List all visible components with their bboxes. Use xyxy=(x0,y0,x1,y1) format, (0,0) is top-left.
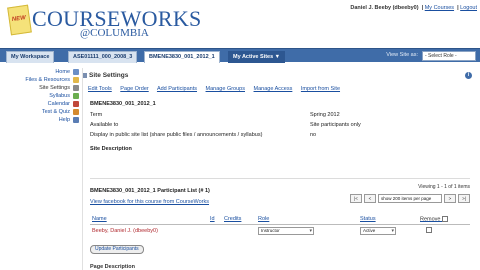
nav-item-label: Test & Quiz xyxy=(41,109,70,115)
participant-id xyxy=(208,224,222,237)
last-page-button[interactable]: >| xyxy=(458,194,470,203)
page-title: Site Settings xyxy=(89,72,129,79)
nav-item-label: Calendar xyxy=(47,101,70,107)
info-value: no xyxy=(310,132,317,138)
action-bar: Edit Tools Page Order Add Participants M… xyxy=(88,86,347,94)
nav-item-site-settings[interactable]: Site Settings xyxy=(0,84,81,92)
tab-ase01111[interactable]: ASE01111_000_2008_3 xyxy=(68,51,138,63)
role-cell: Instructor xyxy=(256,224,358,237)
participant-name[interactable]: Beeby, Daniel J. (dbeeby0) xyxy=(90,224,208,237)
column-header-remove: Remove xyxy=(418,214,470,225)
column-header-role[interactable]: Role xyxy=(256,214,358,225)
table-header-row: Name Id Credits Role Status Remove xyxy=(90,214,470,225)
facebook-link[interactable]: View facebook for this course from Cours… xyxy=(90,199,209,205)
settings-icon xyxy=(73,85,79,91)
nav-item-calendar[interactable]: Calendar xyxy=(0,100,81,108)
column-header-name[interactable]: Name xyxy=(90,214,208,225)
column-header-status[interactable]: Status xyxy=(358,214,418,225)
logo-subtitle: @COLUMBIA xyxy=(80,27,149,39)
participant-table: Name Id Credits Role Status Remove Beeby… xyxy=(90,214,470,237)
status-select[interactable]: Active xyxy=(360,226,396,235)
info-value: Spring 2012 xyxy=(310,112,340,118)
syllabus-icon xyxy=(73,93,79,99)
my-courses-link[interactable]: My Courses xyxy=(425,5,454,11)
tab-my-active-sites[interactable]: My Active Sites ▼ xyxy=(228,51,286,63)
site-tab-bar: My Workspace ASE01111_000_2008_3 BMENE38… xyxy=(0,48,480,63)
info-key: Site Description xyxy=(90,146,132,152)
page-order-link[interactable]: Page Order xyxy=(120,86,148,92)
nav-item-home[interactable]: Home xyxy=(0,68,81,76)
participant-list-title: BMENE3830_001_2012_1 Participant List (#… xyxy=(90,188,210,194)
participant-credits xyxy=(222,224,256,237)
info-value: Site participants only xyxy=(310,122,361,128)
import-from-site-link[interactable]: Import from Site xyxy=(301,86,340,92)
viewing-count: Viewing 1 - 1 of 1 items xyxy=(418,184,470,190)
folder-icon xyxy=(73,77,79,83)
divider xyxy=(90,178,470,179)
role-select[interactable]: Instructor xyxy=(258,226,314,235)
help-button-icon[interactable]: i xyxy=(465,72,472,79)
remove-checkbox[interactable] xyxy=(426,227,432,234)
status-cell: Active xyxy=(358,224,418,237)
info-key: Term xyxy=(90,112,103,118)
tool-title-icon xyxy=(83,73,87,78)
first-page-button[interactable]: |< xyxy=(350,194,362,203)
manage-access-link[interactable]: Manage Access xyxy=(254,86,293,92)
help-icon xyxy=(73,117,79,123)
logout-link[interactable]: Logout xyxy=(460,5,477,11)
nav-item-help[interactable]: Help xyxy=(0,116,81,124)
view-site-as-label: View Site as: xyxy=(386,52,418,58)
nav-item-files[interactable]: Files & Resources xyxy=(0,76,81,84)
nav-item-test-quiz[interactable]: Test & Quiz xyxy=(0,108,81,116)
update-participants-button[interactable]: Update Participants xyxy=(90,245,144,254)
table-row: Beeby, Daniel J. (dbeeby0) Instructor Ac… xyxy=(90,224,470,237)
add-participants-link[interactable]: Add Participants xyxy=(157,86,197,92)
main-content: Site Settings i Edit Tools Page Order Ad… xyxy=(82,68,476,270)
next-page-button[interactable]: > xyxy=(444,194,456,203)
view-role-select[interactable]: - Select Role - xyxy=(422,51,476,61)
manage-groups-link[interactable]: Manage Groups xyxy=(206,86,245,92)
nav-item-label: Site Settings xyxy=(39,85,70,91)
nav-item-label: Home xyxy=(55,69,70,75)
nav-item-label: Syllabus xyxy=(49,93,70,99)
info-key: Display in public site list (share publi… xyxy=(90,132,263,138)
select-all-remove-checkbox[interactable] xyxy=(442,215,449,222)
nav-item-syllabus[interactable]: Syllabus xyxy=(0,92,81,100)
home-icon xyxy=(73,69,79,75)
user-links: Daniel J. Beeby (dbeeby0) | My Courses |… xyxy=(350,5,477,11)
logo-badge: NEW xyxy=(7,4,32,36)
page-size-select[interactable]: show 200 items per page xyxy=(378,194,442,203)
quiz-icon xyxy=(73,109,79,115)
pager: |< < show 200 items per page > >| xyxy=(350,194,470,203)
prev-page-button[interactable]: < xyxy=(364,194,376,203)
remove-cell xyxy=(418,224,470,237)
tab-my-workspace[interactable]: My Workspace xyxy=(6,51,55,63)
page-description-heading: Page Description xyxy=(90,264,135,270)
tab-bmene3830[interactable]: BMENE3830_001_2012_1 xyxy=(144,51,220,63)
site-name-heading: BMENE3830_001_2012_1 xyxy=(90,101,156,107)
edit-tools-link[interactable]: Edit Tools xyxy=(88,86,112,92)
header: NEW COURSEWORKS @COLUMBIA Daniel J. Beeb… xyxy=(0,0,480,48)
left-nav: Home Files & Resources Site Settings Syl… xyxy=(0,68,81,124)
nav-item-label: Help xyxy=(58,117,70,123)
column-header-remove-label: Remove xyxy=(420,215,441,222)
nav-item-label: Files & Resources xyxy=(25,77,70,83)
column-header-id[interactable]: Id xyxy=(208,214,222,225)
user-name: Daniel J. Beeby (dbeeby0) xyxy=(350,5,419,11)
info-key: Available to xyxy=(90,122,119,128)
calendar-icon xyxy=(73,101,79,107)
column-header-credits[interactable]: Credits xyxy=(222,214,256,225)
logo-badge-text: NEW xyxy=(11,15,27,24)
